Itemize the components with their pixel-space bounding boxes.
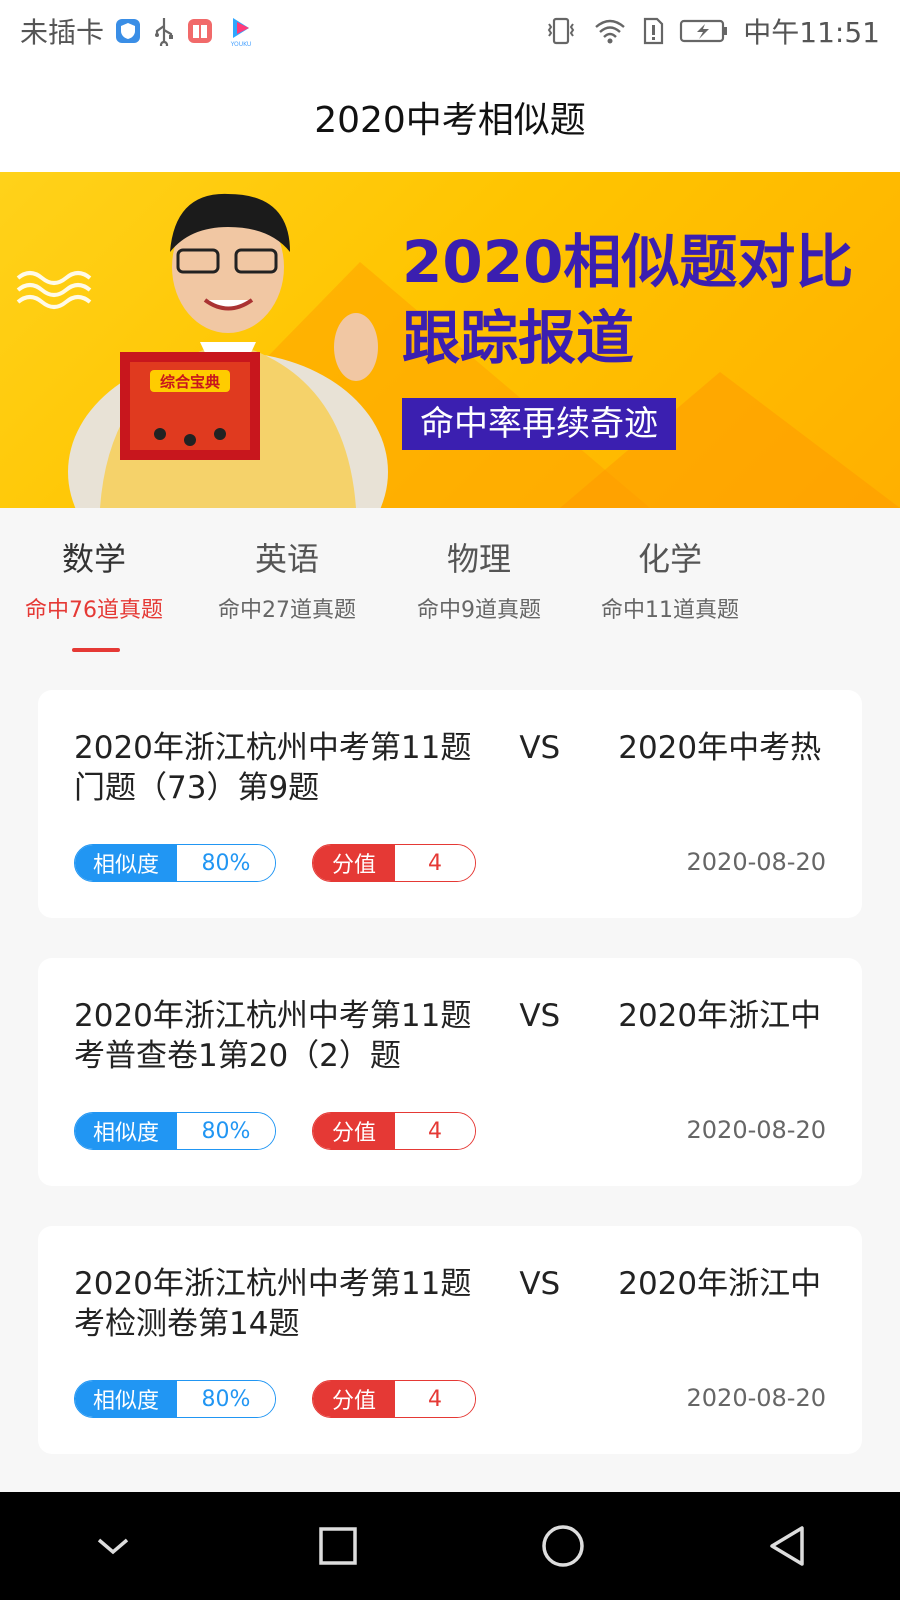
score-label: 分值 — [313, 1381, 395, 1417]
score-value: 4 — [395, 845, 475, 881]
score-badge: 分值 4 — [312, 1112, 476, 1150]
active-tab-indicator — [72, 648, 120, 652]
card-source-question: 2020年浙江杭州中考第11题 — [74, 730, 472, 766]
vs-label: VS — [519, 730, 561, 766]
tab-label: 数学 — [61, 540, 126, 578]
card-title: 2020年浙江杭州中考第11题 VS 2020年中考热门题（73）第9题 — [74, 728, 826, 808]
recents-icon — [318, 1527, 357, 1565]
status-right: 中午11:51 — [543, 11, 880, 51]
collapse-icon — [97, 1538, 128, 1555]
vs-label: VS — [519, 998, 561, 1034]
shield-app-icon — [114, 17, 142, 45]
score-value: 4 — [395, 1113, 475, 1149]
page-title: 2020中考相似题 — [314, 100, 586, 141]
subject-tabs: 数学 命中76道真题 英语 命中27道真题 物理 命中9道真题 化学 命中11道… — [0, 508, 900, 658]
tab-chemistry[interactable]: 化学 命中11道真题 — [594, 538, 746, 624]
carrier-text: 未插卡 — [20, 16, 105, 49]
similarity-badge: 相似度 80% — [74, 844, 276, 882]
card-title: 2020年浙江杭州中考第11题 VS 2020年浙江中考普查卷1第20（2）题 — [74, 996, 826, 1076]
vs-label: VS — [519, 1266, 561, 1302]
battery-charging-icon — [679, 17, 729, 45]
banner-headline-line2: 跟踪报道 — [402, 304, 635, 372]
wifi-icon — [593, 16, 627, 46]
status-bar: 未插卡 YOUKU 中午11:51 — [0, 0, 900, 62]
youku-app-icon: YOUKU — [224, 14, 258, 48]
similarity-label: 相似度 — [75, 1381, 177, 1417]
tab-hits: 命中9道真题 — [417, 598, 541, 623]
usb-icon — [152, 16, 176, 46]
question-card[interactable]: 2020年浙江杭州中考第11题 VS 2020年浙江中考检测卷第14题 相似度 80… — [38, 1226, 862, 1454]
alert-icon — [641, 16, 665, 46]
tab-physics[interactable]: 物理 命中9道真题 — [408, 538, 550, 624]
card-source-question: 2020年浙江杭州中考第11题 — [74, 998, 472, 1034]
tab-label: 英语 — [254, 540, 319, 578]
score-badge: 分值 4 — [312, 1380, 476, 1418]
home-icon — [541, 1525, 584, 1567]
tab-label: 物理 — [446, 540, 511, 578]
card-title: 2020年浙江杭州中考第11题 VS 2020年浙江中考检测卷第14题 — [74, 1264, 826, 1344]
back-button[interactable] — [748, 1506, 828, 1586]
card-date: 2020-08-20 — [686, 1116, 826, 1144]
home-button[interactable] — [523, 1506, 603, 1586]
similarity-value: 80% — [177, 1381, 275, 1417]
banner-subline: 命中率再续奇迹 — [402, 398, 676, 450]
system-nav-bar — [0, 1492, 900, 1600]
score-label: 分值 — [313, 1113, 395, 1149]
similarity-badge: 相似度 80% — [74, 1380, 276, 1418]
tab-hits: 命中76道真题 — [25, 598, 163, 623]
tab-label: 化学 — [637, 540, 702, 578]
tab-math[interactable]: 数学 命中76道真题 — [18, 538, 170, 624]
score-label: 分值 — [313, 845, 395, 881]
card-date: 2020-08-20 — [686, 1384, 826, 1412]
promo-banner[interactable]: 综合宝典 2020相似题对比 跟踪报道 命中率再续奇迹 — [0, 172, 900, 508]
similarity-value: 80% — [177, 1113, 275, 1149]
youku-label: YOUKU — [230, 41, 252, 48]
tab-hits: 命中11道真题 — [601, 598, 739, 623]
similarity-badge: 相似度 80% — [74, 1112, 276, 1150]
banner-headline-line1: 2020相似题对比 — [402, 228, 854, 296]
question-card[interactable]: 2020年浙江杭州中考第11题 VS 2020年浙江中考普查卷1第20（2）题 相似… — [38, 958, 862, 1186]
vibrate-icon — [543, 16, 579, 46]
book-title: 综合宝典 — [160, 373, 220, 391]
tab-english[interactable]: 英语 命中27道真题 — [212, 538, 362, 624]
similarity-label: 相似度 — [75, 1113, 177, 1149]
score-value: 4 — [395, 1381, 475, 1417]
card-date: 2020-08-20 — [686, 848, 826, 876]
similarity-value: 80% — [177, 845, 275, 881]
card-source-question: 2020年浙江杭州中考第11题 — [74, 1266, 472, 1302]
banner-headline: 2020相似题对比 跟踪报道 — [402, 224, 853, 376]
tab-hits: 命中27道真题 — [218, 598, 356, 623]
collapse-button[interactable] — [73, 1506, 153, 1586]
question-card[interactable]: 2020年浙江杭州中考第11题 VS 2020年中考热门题（73）第9题 相似度 8… — [38, 690, 862, 918]
recents-button[interactable] — [298, 1506, 378, 1586]
app-header: 2020中考相似题 — [0, 62, 900, 172]
status-left: 未插卡 YOUKU — [20, 11, 258, 51]
book-app-icon — [186, 17, 214, 45]
similarity-label: 相似度 — [75, 845, 177, 881]
back-icon — [769, 1526, 804, 1566]
clock-text: 中午11:51 — [743, 16, 880, 49]
score-badge: 分值 4 — [312, 844, 476, 882]
